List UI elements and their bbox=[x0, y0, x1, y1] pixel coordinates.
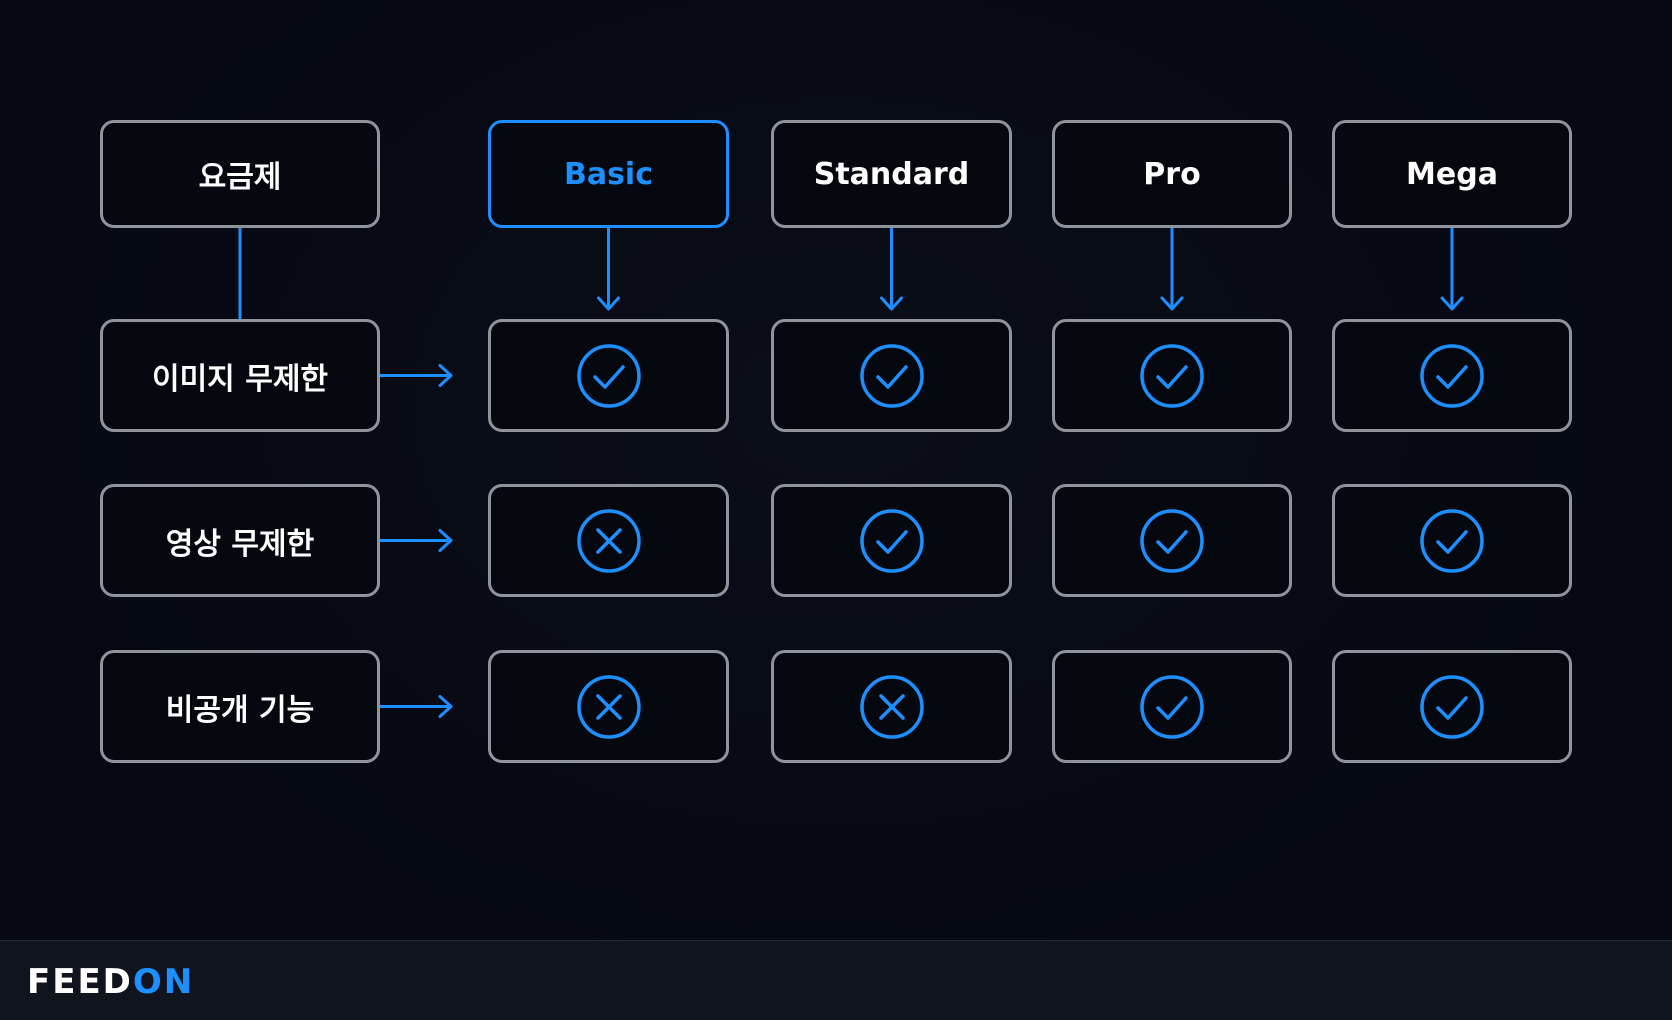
check-circle-icon bbox=[576, 343, 641, 408]
cell-pro bbox=[1052, 650, 1292, 763]
check-circle-icon bbox=[1140, 343, 1204, 408]
header-label-box: 요금제 bbox=[100, 120, 380, 228]
cell-standard bbox=[771, 484, 1012, 597]
plan-name: Mega bbox=[1406, 156, 1498, 192]
x-circle-icon bbox=[576, 674, 641, 739]
plan-name: Pro bbox=[1143, 156, 1201, 192]
x-circle-icon bbox=[576, 508, 641, 573]
cell-basic bbox=[488, 484, 729, 597]
right-arrow-icon bbox=[380, 529, 453, 552]
plan-header-basic: Basic bbox=[488, 120, 729, 228]
right-arrow-icon bbox=[380, 364, 453, 387]
check-circle-icon bbox=[859, 343, 924, 408]
check-circle-icon bbox=[859, 508, 924, 573]
down-arrow-icon bbox=[880, 228, 903, 311]
feature-label-box: 영상 무제한 bbox=[100, 484, 380, 597]
feature-label-box: 비공개 기능 bbox=[100, 650, 380, 763]
x-circle-icon bbox=[859, 674, 924, 739]
cell-basic bbox=[488, 319, 729, 432]
check-circle-icon bbox=[1140, 508, 1204, 573]
brand-logo: FEEDON bbox=[27, 965, 194, 999]
check-circle-icon bbox=[1420, 343, 1484, 408]
check-circle-icon bbox=[1420, 508, 1484, 573]
plan-name: Basic bbox=[563, 156, 654, 192]
plan-header-pro: Pro bbox=[1052, 120, 1292, 228]
feature-label-box: 이미지 무제한 bbox=[100, 319, 380, 432]
feature-label: 비공개 기능 bbox=[165, 692, 315, 728]
cell-standard bbox=[771, 319, 1012, 432]
brand-text-feed: FEED bbox=[27, 962, 133, 1002]
cell-standard bbox=[771, 650, 1012, 763]
footer-bar: FEEDON bbox=[0, 940, 1672, 1020]
down-arrow-icon bbox=[597, 228, 620, 311]
cell-pro bbox=[1052, 484, 1292, 597]
brand-text-on: ON bbox=[132, 962, 195, 1002]
cell-mega bbox=[1332, 650, 1572, 763]
cell-basic bbox=[488, 650, 729, 763]
plan-header-standard: Standard bbox=[771, 120, 1012, 228]
header-label: 요금제 bbox=[198, 160, 282, 195]
feature-label: 영상 무제한 bbox=[165, 526, 315, 562]
check-circle-icon bbox=[1140, 674, 1204, 739]
plan-name: Standard bbox=[813, 156, 970, 192]
right-arrow-icon bbox=[380, 695, 453, 718]
feature-label: 이미지 무제한 bbox=[151, 361, 329, 397]
plan-comparison-diagram: 요금제 Basic Standard Pro Mega 이미지 무제한영상 무제한비공개… bbox=[0, 0, 1672, 1020]
plan-header-mega: Mega bbox=[1332, 120, 1572, 228]
cell-mega bbox=[1332, 319, 1572, 432]
down-arrow-icon bbox=[1440, 228, 1464, 311]
check-circle-icon bbox=[1420, 674, 1484, 739]
cell-mega bbox=[1332, 484, 1572, 597]
cell-pro bbox=[1052, 319, 1292, 432]
down-arrow-icon bbox=[1160, 228, 1184, 311]
